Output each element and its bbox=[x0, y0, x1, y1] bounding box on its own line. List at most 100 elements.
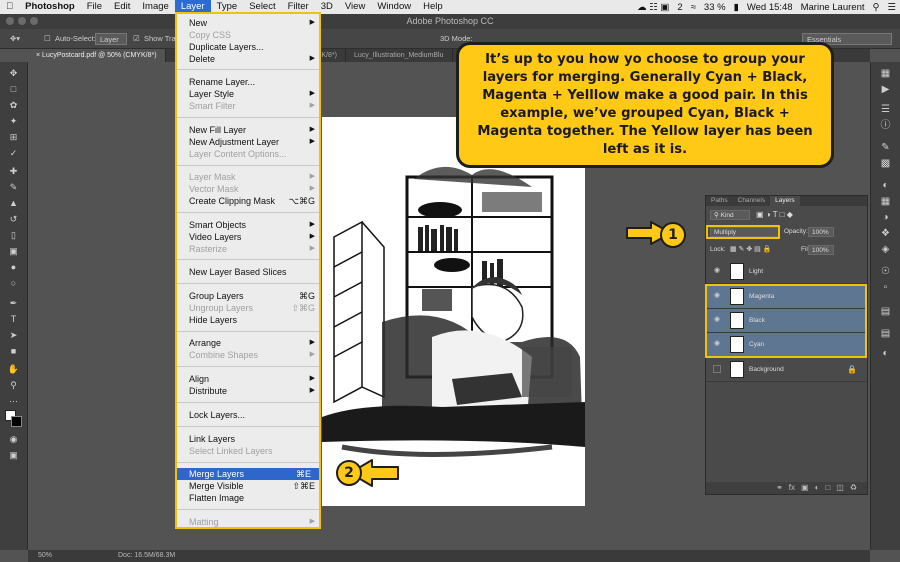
move-tool-icon[interactable]: ✥ bbox=[7, 68, 20, 79]
character-panel-icon[interactable]: ▤ bbox=[879, 306, 892, 317]
menu-item-new[interactable]: New ▶ bbox=[189, 17, 315, 29]
menu-window[interactable]: Window bbox=[371, 0, 417, 14]
tab-close-icon[interactable]: × bbox=[36, 52, 40, 59]
tab-channels[interactable]: Channels bbox=[733, 196, 770, 206]
gradient-tool-icon[interactable]: ▣ bbox=[7, 246, 20, 257]
menu-help[interactable]: Help bbox=[417, 0, 449, 14]
list-icon[interactable]: ☰ bbox=[883, 2, 900, 13]
styles-panel-icon[interactable]: ❖ bbox=[879, 228, 892, 239]
menu-item-merge-layers[interactable]: Merge Layers ⌘E bbox=[177, 468, 319, 480]
adjustment-layer-icon[interactable]: ◐ bbox=[815, 482, 820, 494]
shape-tool-icon[interactable]: ■ bbox=[7, 346, 20, 357]
menu-item-rename-layer[interactable]: Rename Layer... bbox=[189, 76, 315, 88]
dodge-tool-icon[interactable]: ○ bbox=[7, 278, 20, 289]
type-tool-icon[interactable]: T bbox=[7, 314, 20, 325]
clock[interactable]: Wed 15:48 bbox=[743, 2, 797, 13]
battery-label[interactable]: 33 % bbox=[700, 2, 730, 13]
lock-icons[interactable]: ▦ ✎ ✥ ▤ 🔒 bbox=[730, 245, 771, 255]
apple-icon[interactable]:  bbox=[0, 0, 19, 14]
user-name[interactable]: Marine Laurent bbox=[797, 2, 869, 13]
menu-view[interactable]: View bbox=[339, 0, 371, 14]
menu-item-smart-objects[interactable]: Smart Objects ▶ bbox=[189, 219, 315, 231]
minimize-window-button[interactable] bbox=[18, 17, 26, 25]
fill-input[interactable]: 100% bbox=[808, 245, 834, 255]
channels-panel-icon[interactable]: ☉ bbox=[879, 266, 892, 277]
hand-tool-icon[interactable]: ✋ bbox=[7, 364, 20, 375]
menu-item-video-layers[interactable]: Video Layers ▶ bbox=[189, 231, 315, 243]
history-brush-icon[interactable]: ↺ bbox=[7, 214, 20, 225]
layer-row-background[interactable]: Background 🔒 bbox=[706, 358, 867, 382]
eyedropper-tool-icon[interactable]: ✓ bbox=[7, 148, 20, 159]
properties-panel-icon[interactable]: ☰ bbox=[879, 104, 892, 115]
marquee-tool-icon[interactable]: □ bbox=[7, 84, 20, 95]
menu-item-hide-layers[interactable]: Hide Layers bbox=[189, 314, 315, 326]
menu-item-arrange[interactable]: Arrange ▶ bbox=[189, 337, 315, 349]
menu-item-group-layers[interactable]: Group Layers ⌘G bbox=[189, 290, 315, 302]
menu-edit[interactable]: Edit bbox=[108, 0, 136, 14]
eye-icon[interactable]: ◉ bbox=[713, 267, 721, 275]
menu-item-lock-layers[interactable]: Lock Layers... bbox=[189, 409, 315, 421]
navigator-panel-icon[interactable]: ◐ bbox=[879, 348, 892, 359]
link-layers-icon[interactable]: ⚭ bbox=[776, 482, 783, 494]
menu-item-delete[interactable]: Delete ▶ bbox=[189, 53, 315, 65]
lasso-tool-icon[interactable]: ✿ bbox=[7, 100, 20, 111]
status-icons[interactable]: ☁ ☷ ▣ bbox=[633, 2, 673, 13]
edit-toolbar-icon[interactable]: ⋯ bbox=[7, 396, 20, 407]
menu-item-distribute[interactable]: Distribute ▶ bbox=[189, 385, 315, 397]
clone-source-icon[interactable]: ▩ bbox=[879, 158, 892, 169]
tab-paths[interactable]: Paths bbox=[706, 196, 733, 206]
wifi-icon[interactable]: ≈ bbox=[687, 2, 700, 13]
paragraph-panel-icon[interactable]: ▤ bbox=[879, 328, 892, 339]
auto-select-dropdown[interactable]: Layer bbox=[95, 33, 127, 45]
trash-icon[interactable]: ♻ bbox=[850, 482, 857, 494]
tab-lucy-illustration[interactable]: Lucy_Illustration_MediumBlu bbox=[346, 49, 453, 62]
menu-item-new-layer-based-slices[interactable]: New Layer Based Slices bbox=[189, 266, 315, 278]
healing-tool-icon[interactable]: ✚ bbox=[7, 166, 20, 177]
new-group-icon[interactable]: □ bbox=[825, 482, 830, 494]
show-transform-checkbox[interactable]: ☑ bbox=[133, 33, 140, 45]
path-select-tool-icon[interactable]: ➤ bbox=[7, 330, 20, 341]
close-window-button[interactable] bbox=[6, 17, 14, 25]
menu-item-align[interactable]: Align ▶ bbox=[189, 373, 315, 385]
layer-filter-dropdown[interactable]: ⚲ Kind bbox=[710, 210, 750, 220]
eye-icon[interactable] bbox=[713, 365, 721, 373]
quick-select-tool-icon[interactable]: ✦ bbox=[7, 116, 20, 127]
pen-tool-icon[interactable]: ✒ bbox=[7, 298, 20, 309]
fx-icon[interactable]: fx bbox=[789, 482, 795, 494]
new-layer-icon[interactable]: ◫ bbox=[836, 482, 844, 494]
menu-photoshop[interactable]: Photoshop bbox=[19, 0, 81, 14]
crop-tool-icon[interactable]: ⊞ bbox=[7, 132, 20, 143]
menu-image[interactable]: Image bbox=[136, 0, 174, 14]
adjustments-panel-icon[interactable]: ◑ bbox=[879, 212, 892, 223]
opacity-input[interactable]: 100% bbox=[808, 227, 834, 237]
menu-item-layer-style[interactable]: Layer Style ▶ bbox=[189, 88, 315, 100]
auto-select-checkbox[interactable]: ☐ bbox=[44, 33, 51, 45]
brush-panel-icon[interactable]: ✎ bbox=[879, 142, 892, 153]
menu-item-duplicate-layers[interactable]: Duplicate Layers... bbox=[189, 41, 315, 53]
menu-file[interactable]: File bbox=[81, 0, 108, 14]
menu-item-new-adjustment-layer[interactable]: New Adjustment Layer ▶ bbox=[189, 136, 315, 148]
layers-panel-icon[interactable]: ◈ bbox=[879, 244, 892, 255]
actions-panel-icon[interactable]: ▶ bbox=[879, 84, 892, 95]
quick-mask-icon[interactable]: ◉ bbox=[7, 434, 20, 445]
stamp-tool-icon[interactable]: ▲ bbox=[7, 198, 20, 209]
paths-panel-icon[interactable]: ▫ bbox=[879, 282, 892, 293]
tab-layers[interactable]: Layers bbox=[770, 196, 800, 206]
info-panel-icon[interactable]: ⓘ bbox=[879, 120, 892, 131]
menu-item-merge-visible[interactable]: Merge Visible ⇧⌘E bbox=[189, 480, 315, 492]
search-icon[interactable]: ⚲ bbox=[869, 2, 884, 13]
menu-item-link-layers[interactable]: Link Layers bbox=[189, 433, 315, 445]
menu-item-new-fill-layer[interactable]: New Fill Layer ▶ bbox=[189, 124, 315, 136]
brush-tool-icon[interactable]: ✎ bbox=[7, 182, 20, 193]
screen-mode-icon[interactable]: ▣ bbox=[7, 450, 20, 461]
swatches-panel-icon[interactable]: ▦ bbox=[879, 196, 892, 207]
menu-item-create-clipping-mask[interactable]: Create Clipping Mask ⌥⌘G bbox=[189, 195, 315, 207]
zoom-window-button[interactable] bbox=[30, 17, 38, 25]
eraser-tool-icon[interactable]: ▯ bbox=[7, 230, 20, 241]
background-color-swatch[interactable] bbox=[11, 416, 22, 427]
filter-icons[interactable]: ▣ ◑ T □ ◆ bbox=[756, 210, 793, 220]
blur-tool-icon[interactable]: ● bbox=[7, 262, 20, 273]
move-tool-icon[interactable]: ✥▾ bbox=[10, 33, 20, 45]
zoom-level[interactable]: 50% bbox=[38, 550, 52, 562]
color-panel-icon[interactable]: ◐ bbox=[879, 180, 892, 191]
